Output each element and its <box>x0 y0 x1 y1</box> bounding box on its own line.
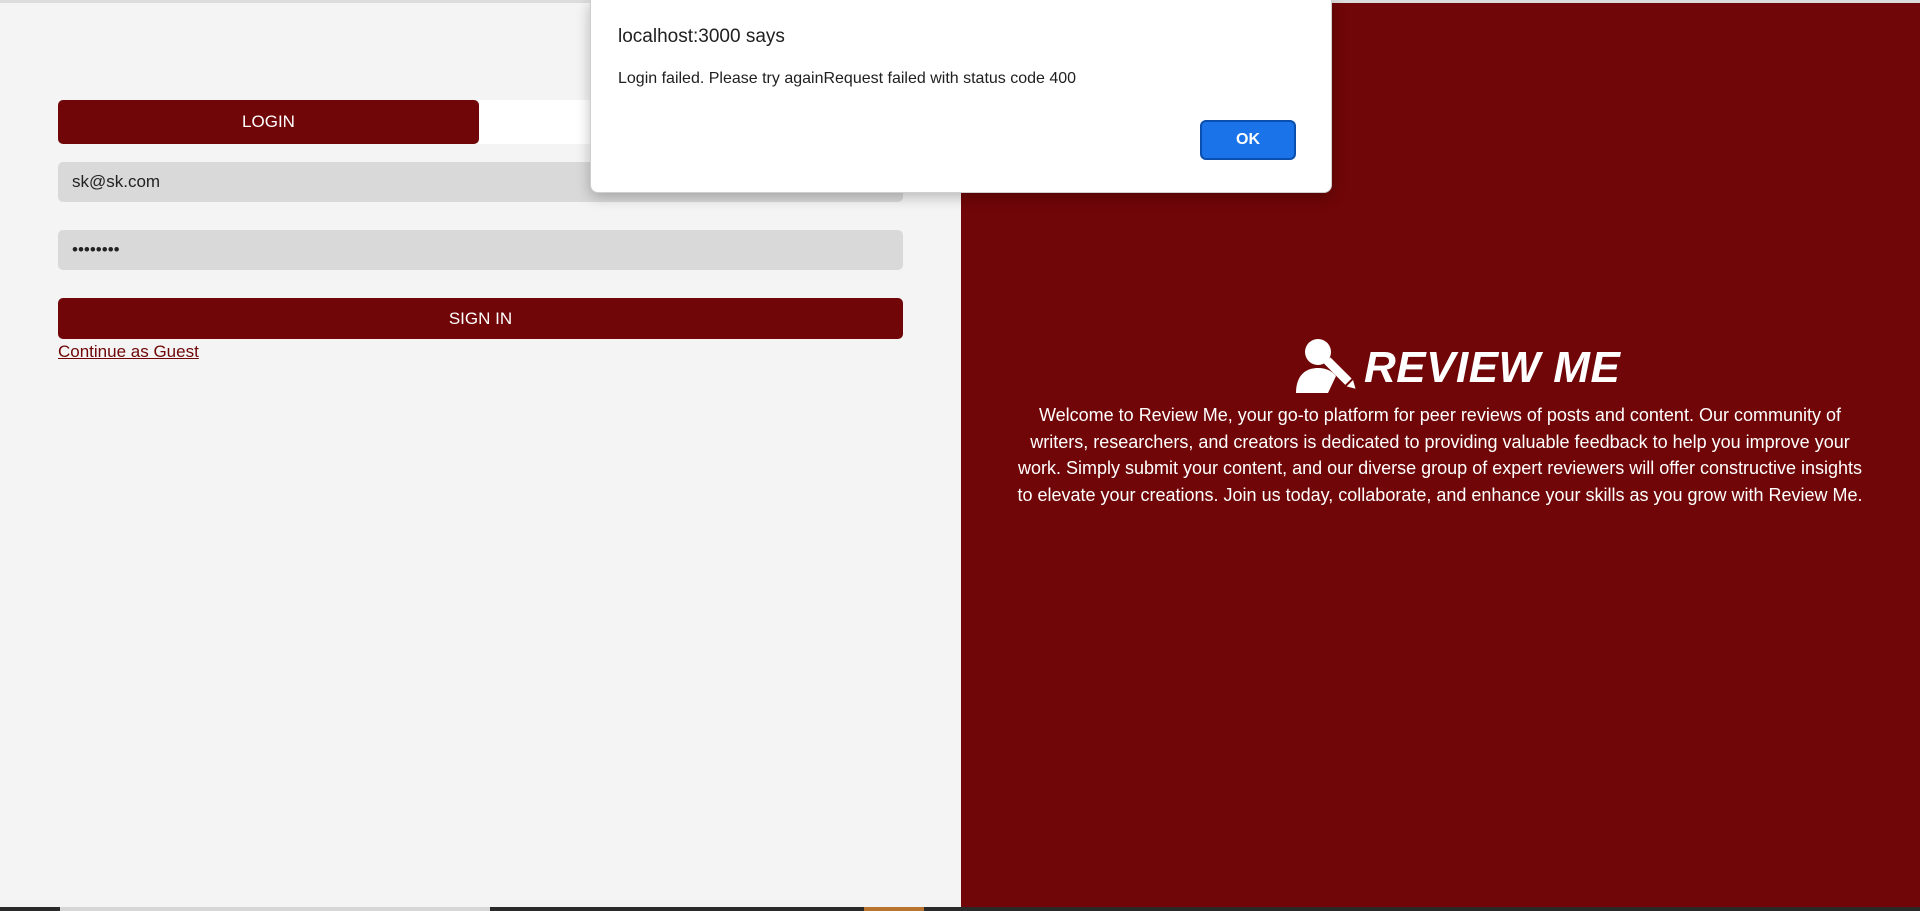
sign-in-button[interactable]: SIGN IN <box>58 298 903 339</box>
taskbar-item[interactable] <box>864 907 924 911</box>
brand-description: Welcome to Review Me, your go-to platfor… <box>1017 405 1863 505</box>
ok-button[interactable]: OK <box>1200 120 1296 160</box>
alert-message: Login failed. Please try againRequest fa… <box>618 70 1077 87</box>
alert-title: localhost:3000 says <box>618 26 785 47</box>
user-pen-icon <box>1294 337 1364 400</box>
brand-title: REVIEW ME <box>1364 343 1621 392</box>
continue-as-guest-link[interactable]: Continue as Guest <box>58 342 199 362</box>
taskbar-edge <box>0 907 1920 911</box>
password-field[interactable] <box>58 230 903 270</box>
alert-dialog: localhost:3000 says Login failed. Please… <box>590 0 1332 193</box>
taskbar-item[interactable] <box>60 907 490 911</box>
tab-login[interactable]: LOGIN <box>58 100 479 144</box>
brand-header: REVIEW ME <box>1294 336 1620 400</box>
